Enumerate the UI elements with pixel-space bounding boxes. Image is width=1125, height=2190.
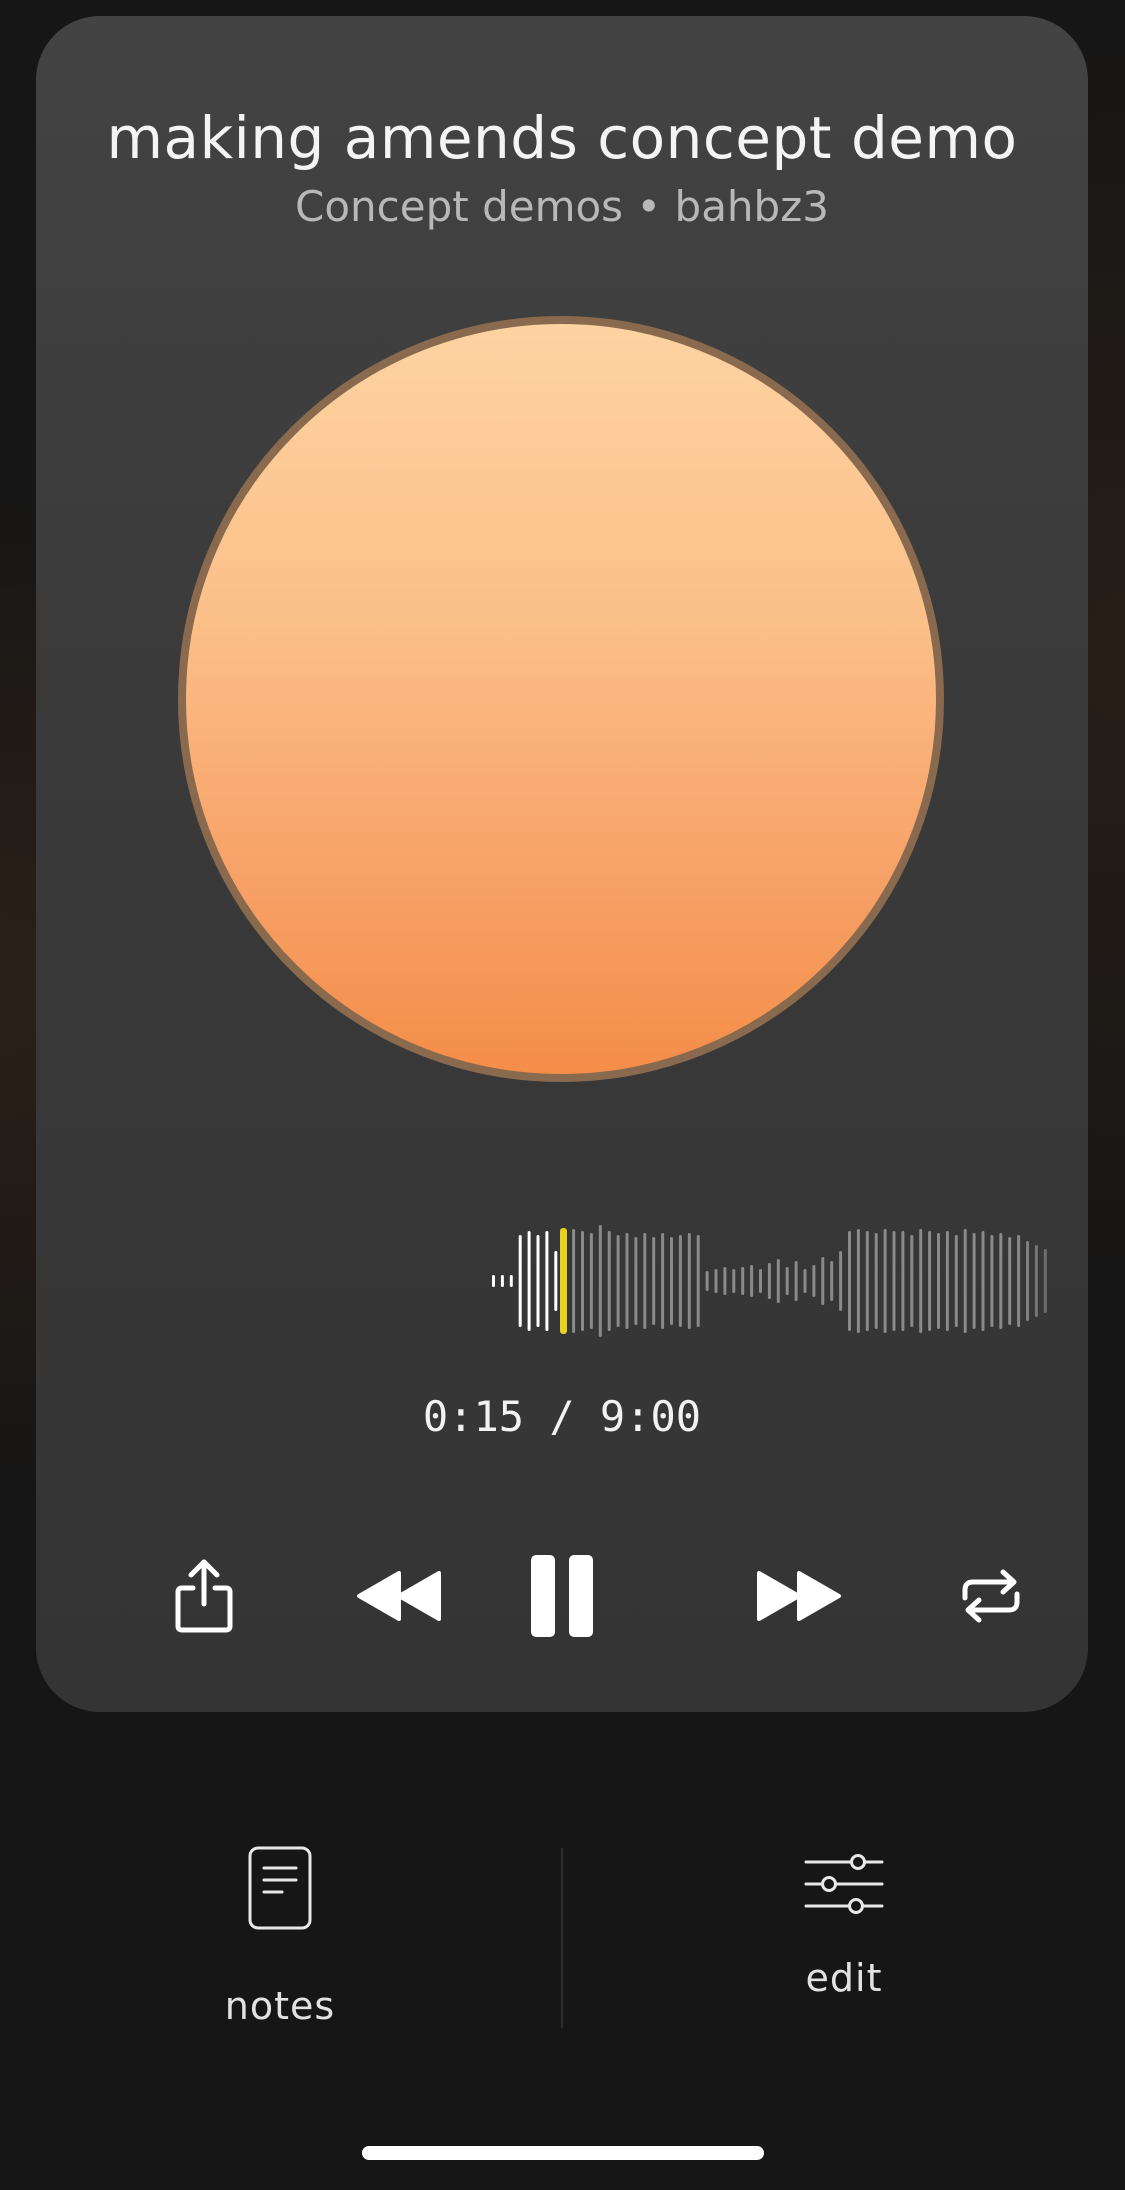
track-subtitle: Concept demos • bahbz3 bbox=[295, 182, 829, 231]
waveform-bar bbox=[598, 1225, 602, 1337]
waveform-bar bbox=[492, 1275, 495, 1287]
waveform-bar bbox=[812, 1265, 816, 1297]
waveform-bar bbox=[1008, 1237, 1012, 1325]
edit-label: edit bbox=[805, 1956, 883, 2000]
waveform-bar bbox=[830, 1261, 834, 1301]
waveform-bar bbox=[981, 1231, 985, 1331]
edit-button[interactable]: edit bbox=[744, 1852, 944, 2042]
time-display: 0:15 / 9:00 bbox=[422, 1392, 702, 1441]
notes-button[interactable]: notes bbox=[180, 1846, 380, 2046]
waveform-bar bbox=[589, 1233, 593, 1329]
waveform-bar bbox=[767, 1263, 771, 1299]
waveform-scrubber[interactable] bbox=[36, 1206, 1088, 1366]
share-button[interactable] bbox=[136, 1536, 272, 1656]
player-screen: making amends concept demo Concept demos… bbox=[0, 0, 1125, 2190]
waveform-bar bbox=[1034, 1245, 1038, 1317]
rewind-button[interactable] bbox=[316, 1536, 482, 1656]
player-card: making amends concept demo Concept demos… bbox=[36, 16, 1088, 1712]
waveform-bar bbox=[509, 1275, 513, 1287]
waveform-bar bbox=[776, 1259, 780, 1303]
waveform-bar bbox=[874, 1233, 878, 1329]
waveform-bar bbox=[643, 1233, 647, 1329]
waveform-bar bbox=[1017, 1235, 1021, 1327]
waveform-bar bbox=[545, 1231, 549, 1331]
waveform-bar bbox=[990, 1235, 994, 1327]
waveform-bar bbox=[919, 1229, 923, 1333]
waveform-bar bbox=[856, 1229, 860, 1333]
waveform-bar bbox=[661, 1233, 665, 1329]
waveform-bar bbox=[794, 1261, 798, 1301]
waveform-bar bbox=[759, 1269, 762, 1293]
home-indicator[interactable] bbox=[362, 2146, 764, 2160]
waveform-bar bbox=[963, 1229, 967, 1333]
waveform-bar bbox=[518, 1235, 522, 1327]
share-icon bbox=[175, 1559, 233, 1633]
waveform-bar bbox=[1026, 1241, 1029, 1321]
waveform-bar bbox=[892, 1231, 896, 1331]
waveform-bar bbox=[883, 1229, 887, 1333]
waveform-bar bbox=[928, 1231, 932, 1331]
waveform-bar bbox=[821, 1257, 825, 1305]
waveform-bar bbox=[937, 1233, 940, 1329]
waveform-bar bbox=[714, 1269, 718, 1293]
waveform-bar bbox=[785, 1267, 789, 1295]
rewind-icon bbox=[357, 1571, 441, 1621]
waveform-bar bbox=[536, 1235, 540, 1327]
waveform-bar bbox=[652, 1237, 656, 1325]
waveform-bar bbox=[732, 1269, 736, 1293]
waveform-bar bbox=[670, 1237, 673, 1325]
waveform-bar bbox=[607, 1231, 611, 1331]
waveform-bar bbox=[616, 1235, 620, 1327]
waveform-bar bbox=[625, 1233, 629, 1329]
notes-label: notes bbox=[224, 1984, 336, 2028]
waveform-bar bbox=[901, 1231, 905, 1331]
album-artwork bbox=[178, 316, 944, 1082]
pause-icon bbox=[531, 1555, 593, 1637]
waveform-bar bbox=[1043, 1249, 1047, 1313]
waveform-bar bbox=[803, 1269, 807, 1293]
waveform-bar bbox=[945, 1231, 949, 1331]
fast-forward-button[interactable] bbox=[716, 1536, 882, 1656]
waveform-bar bbox=[910, 1235, 914, 1327]
waveform-bar bbox=[581, 1231, 584, 1331]
waveform-bar bbox=[500, 1275, 504, 1287]
track-title: making amends concept demo bbox=[106, 104, 1018, 172]
playhead[interactable] bbox=[560, 1228, 567, 1334]
waveform-bar bbox=[723, 1267, 727, 1295]
waveform-bar bbox=[678, 1235, 682, 1327]
document-icon bbox=[248, 1846, 312, 1930]
waveform-bar bbox=[696, 1235, 700, 1327]
waveform-bar bbox=[572, 1229, 576, 1333]
sliders-icon bbox=[804, 1854, 884, 1914]
playback-controls bbox=[36, 1536, 1088, 1656]
waveform-bar bbox=[865, 1231, 869, 1331]
waveform-bar bbox=[839, 1251, 843, 1311]
waveform-bar bbox=[741, 1267, 745, 1295]
bottom-divider bbox=[561, 1848, 563, 2028]
waveform-bar bbox=[705, 1271, 709, 1291]
waveform-bar bbox=[972, 1233, 976, 1329]
waveform-bar bbox=[954, 1235, 958, 1327]
repeat-button[interactable] bbox=[916, 1536, 1066, 1656]
waveform-bar bbox=[554, 1251, 558, 1311]
waveform-bar bbox=[687, 1233, 691, 1329]
waveform-bar bbox=[999, 1233, 1003, 1329]
fast-forward-icon bbox=[757, 1571, 841, 1621]
pause-button[interactable] bbox=[502, 1536, 622, 1656]
waveform-bar bbox=[634, 1237, 638, 1325]
repeat-icon bbox=[962, 1569, 1020, 1623]
waveform-bar bbox=[848, 1231, 851, 1331]
waveform-bar bbox=[750, 1265, 754, 1297]
waveform-bar bbox=[527, 1231, 531, 1331]
